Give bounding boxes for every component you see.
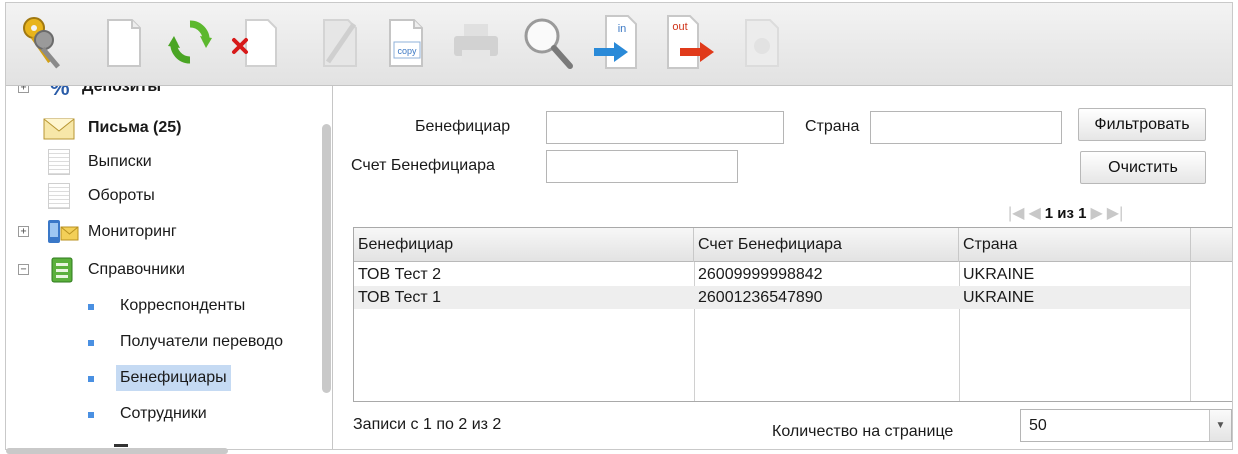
cell-country: UKRAINE (963, 289, 1035, 306)
tree-item-references[interactable]: − Справочники (6, 254, 326, 286)
search-icon (524, 18, 573, 69)
refresh-icon (168, 20, 212, 64)
document-icon (48, 183, 70, 209)
keys-icon (23, 17, 61, 69)
cell-beneficiary: ТОВ Тест 2 (358, 266, 442, 283)
copy-button[interactable]: copy (378, 9, 434, 75)
tree-item-label: Мониторинг (88, 223, 177, 240)
in-label: in (618, 23, 627, 35)
next-page-icon[interactable]: ▶ (1090, 203, 1102, 223)
table-header: Бенефициар Счет Бенефициара Страна (354, 228, 1232, 262)
delete-button[interactable] (228, 9, 284, 75)
tree-item-label: Письма (25) (88, 119, 182, 136)
sign-button[interactable] (734, 9, 790, 75)
column-divider (1190, 262, 1191, 401)
import-icon: in (594, 15, 637, 69)
expand-icon[interactable]: + (18, 86, 29, 93)
column-header-account[interactable]: Счет Бенефициара (694, 228, 959, 262)
country-input[interactable] (870, 111, 1062, 144)
tree-item-beneficiaries[interactable]: Бенефициары (6, 362, 326, 394)
tree-item-label: Бенефициары (116, 365, 231, 391)
envelope-icon (43, 118, 75, 140)
records-summary: Записи с 1 по 2 из 2 (353, 416, 502, 433)
collapse-icon[interactable]: − (18, 264, 29, 275)
account-input[interactable] (546, 150, 738, 183)
cell-country: UKRAINE (963, 266, 1035, 283)
tree-item-turnovers[interactable]: Обороты (6, 180, 326, 212)
filter-button[interactable]: Фильтровать (1078, 108, 1206, 141)
import-button[interactable]: in (588, 9, 644, 75)
prev-page-icon[interactable]: ◀ (1028, 203, 1040, 223)
cell-account: 26009999998842 (698, 266, 823, 283)
tree-item-label: Получатели переводо (120, 333, 283, 350)
cell-beneficiary: ТОВ Тест 1 (358, 289, 442, 306)
last-page-icon[interactable]: ▶| (1107, 203, 1123, 223)
out-label: out (672, 21, 687, 33)
beneficiary-label: Бенефициар (415, 118, 511, 135)
table-row[interactable]: ТОВ Тест 2 26009999998842 UKRAINE (354, 263, 1190, 286)
tree-item-label: Депозиты (82, 86, 162, 95)
keys-button[interactable] (14, 9, 70, 75)
percent-icon: % (50, 86, 70, 100)
cell-account: 26001236547890 (698, 289, 823, 306)
pagination: |◀ ◀ 1 из 1 ▶ ▶| (1008, 199, 1123, 227)
copy-label: copy (397, 46, 417, 56)
edit-icon (323, 19, 357, 67)
toolbar: copy in out (6, 3, 1232, 86)
sidebar-vertical-scrollbar[interactable] (322, 124, 331, 393)
bullet-icon (88, 412, 94, 418)
main-panel: Бенефициар Страна Фильтровать Счет Бенеф… (334, 86, 1232, 449)
column-header-country[interactable]: Страна (959, 228, 1191, 262)
copy-icon: copy (389, 19, 423, 67)
clear-button[interactable]: Очистить (1080, 151, 1206, 184)
phone-mail-icon (48, 220, 79, 243)
edit-button[interactable] (312, 9, 368, 75)
app-window: copy in out + % Депозиты Письма (25) Вып… (5, 2, 1233, 450)
country-label: Страна (805, 118, 860, 135)
book-icon (51, 257, 73, 283)
beneficiary-input[interactable] (546, 111, 784, 144)
signed-document-icon (745, 19, 779, 67)
export-icon: out (667, 15, 714, 69)
tree-item-statements[interactable]: Выписки (6, 146, 326, 178)
tree-item-label: Сотрудники (120, 405, 207, 422)
per-page-select[interactable]: 50 ▼ (1020, 409, 1232, 442)
tree-item-transfer-recipients[interactable]: Получатели переводо (6, 326, 326, 358)
table-row[interactable]: ТОВ Тест 1 26001236547890 UKRAINE (354, 286, 1190, 309)
expand-icon[interactable]: + (18, 226, 29, 237)
tree-item-cut-off (114, 444, 128, 447)
printer-icon (454, 24, 498, 64)
tree-item-label: Корреспонденты (120, 297, 246, 314)
search-button[interactable] (520, 9, 576, 75)
blank-page-icon (107, 19, 141, 67)
column-header-beneficiary[interactable]: Бенефициар (354, 228, 694, 262)
per-page-label: Количество на странице (772, 423, 954, 440)
print-button[interactable] (448, 9, 504, 75)
tree-item-label: Выписки (88, 153, 152, 170)
tree-item-correspondents[interactable]: Корреспонденты (6, 290, 326, 322)
dropdown-arrow-icon[interactable]: ▼ (1209, 410, 1231, 441)
bullet-icon (88, 304, 94, 310)
first-page-icon[interactable]: |◀ (1008, 203, 1024, 223)
bullet-icon (88, 340, 94, 346)
export-button[interactable]: out (662, 9, 718, 75)
refresh-button[interactable] (162, 9, 218, 75)
tree-item-letters[interactable]: Письма (25) (6, 112, 326, 144)
beneficiaries-table: Бенефициар Счет Бенефициара Страна ТОВ Т… (353, 227, 1232, 402)
new-document-button[interactable] (96, 9, 152, 75)
bullet-icon (88, 376, 94, 382)
tree-item-employees[interactable]: Сотрудники (6, 398, 326, 430)
navigation-tree: + % Депозиты Письма (25) Выписки Обороты… (6, 86, 333, 449)
tree-item-label: Обороты (88, 187, 155, 204)
tree-item-monitoring[interactable]: + Мониторинг (6, 216, 326, 248)
account-label: Счет Бенефициара (351, 157, 495, 174)
sidebar-horizontal-scrollbar[interactable] (6, 448, 228, 454)
document-icon (48, 149, 70, 175)
page-indicator: 1 из 1 (1044, 204, 1087, 222)
per-page-value: 50 (1029, 417, 1047, 434)
tree-item-label: Справочники (88, 261, 185, 278)
close-icon (232, 19, 277, 67)
